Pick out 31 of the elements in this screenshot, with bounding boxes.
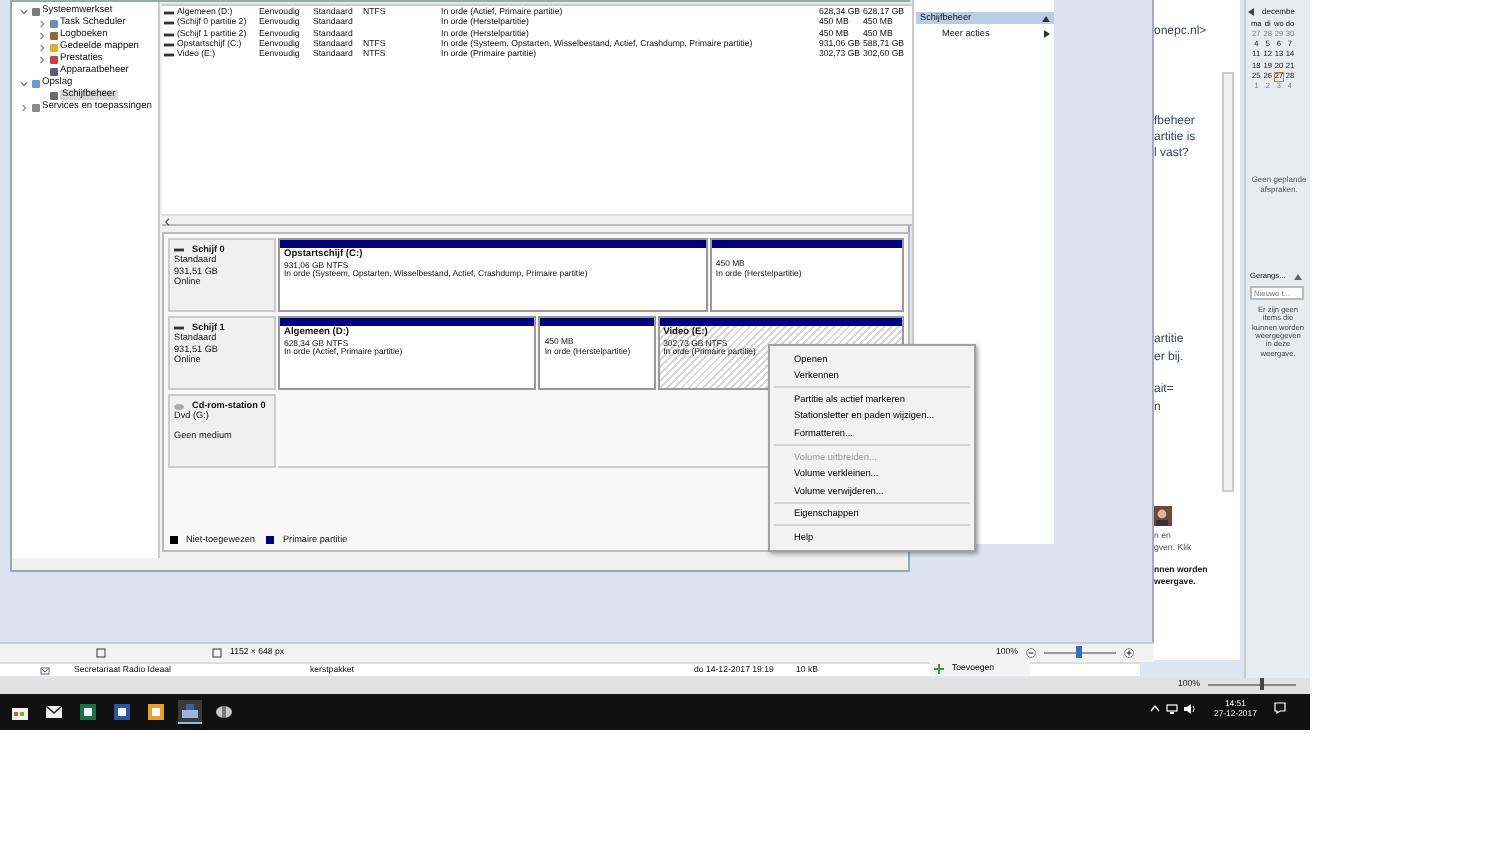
collapse-toggle-icon[interactable] bbox=[20, 7, 28, 15]
submenu-arrow-icon bbox=[1044, 29, 1050, 38]
drive-app-icon bbox=[180, 701, 200, 721]
scroll-left-icon bbox=[164, 217, 170, 225]
frame-icon bbox=[212, 648, 222, 658]
collapse-icon bbox=[1293, 273, 1302, 280]
notification-icon bbox=[1274, 702, 1287, 715]
plus-icon bbox=[934, 664, 944, 674]
expand-toggle-icon[interactable] bbox=[38, 31, 46, 39]
zoom-out-icon[interactable] bbox=[1026, 647, 1036, 657]
zoom-in-icon[interactable] bbox=[1124, 647, 1134, 657]
chevron-up-icon bbox=[1150, 704, 1160, 713]
slider-thumb[interactable] bbox=[1076, 646, 1082, 658]
expand-toggle-icon[interactable] bbox=[38, 43, 46, 51]
expand-toggle-icon[interactable] bbox=[38, 55, 46, 63]
expand-toggle-icon[interactable] bbox=[38, 19, 46, 27]
taskbar-app[interactable] bbox=[42, 700, 66, 724]
disc-app-icon bbox=[214, 702, 234, 722]
previous-icon bbox=[1248, 8, 1254, 17]
envelope-icon bbox=[44, 702, 64, 722]
disc-icon bbox=[174, 401, 184, 410]
frame-icon bbox=[96, 648, 106, 658]
slider-thumb[interactable] bbox=[1260, 678, 1265, 691]
expand-toggle-icon[interactable] bbox=[20, 103, 28, 111]
message-icon bbox=[40, 666, 50, 676]
speaker-icon bbox=[1184, 703, 1196, 714]
taskbar-app[interactable] bbox=[212, 700, 236, 724]
network-icon bbox=[1166, 703, 1178, 714]
collapse-icon bbox=[1042, 15, 1050, 21]
collapse-toggle-icon[interactable] bbox=[20, 79, 28, 87]
avatar-icon bbox=[1152, 506, 1172, 526]
